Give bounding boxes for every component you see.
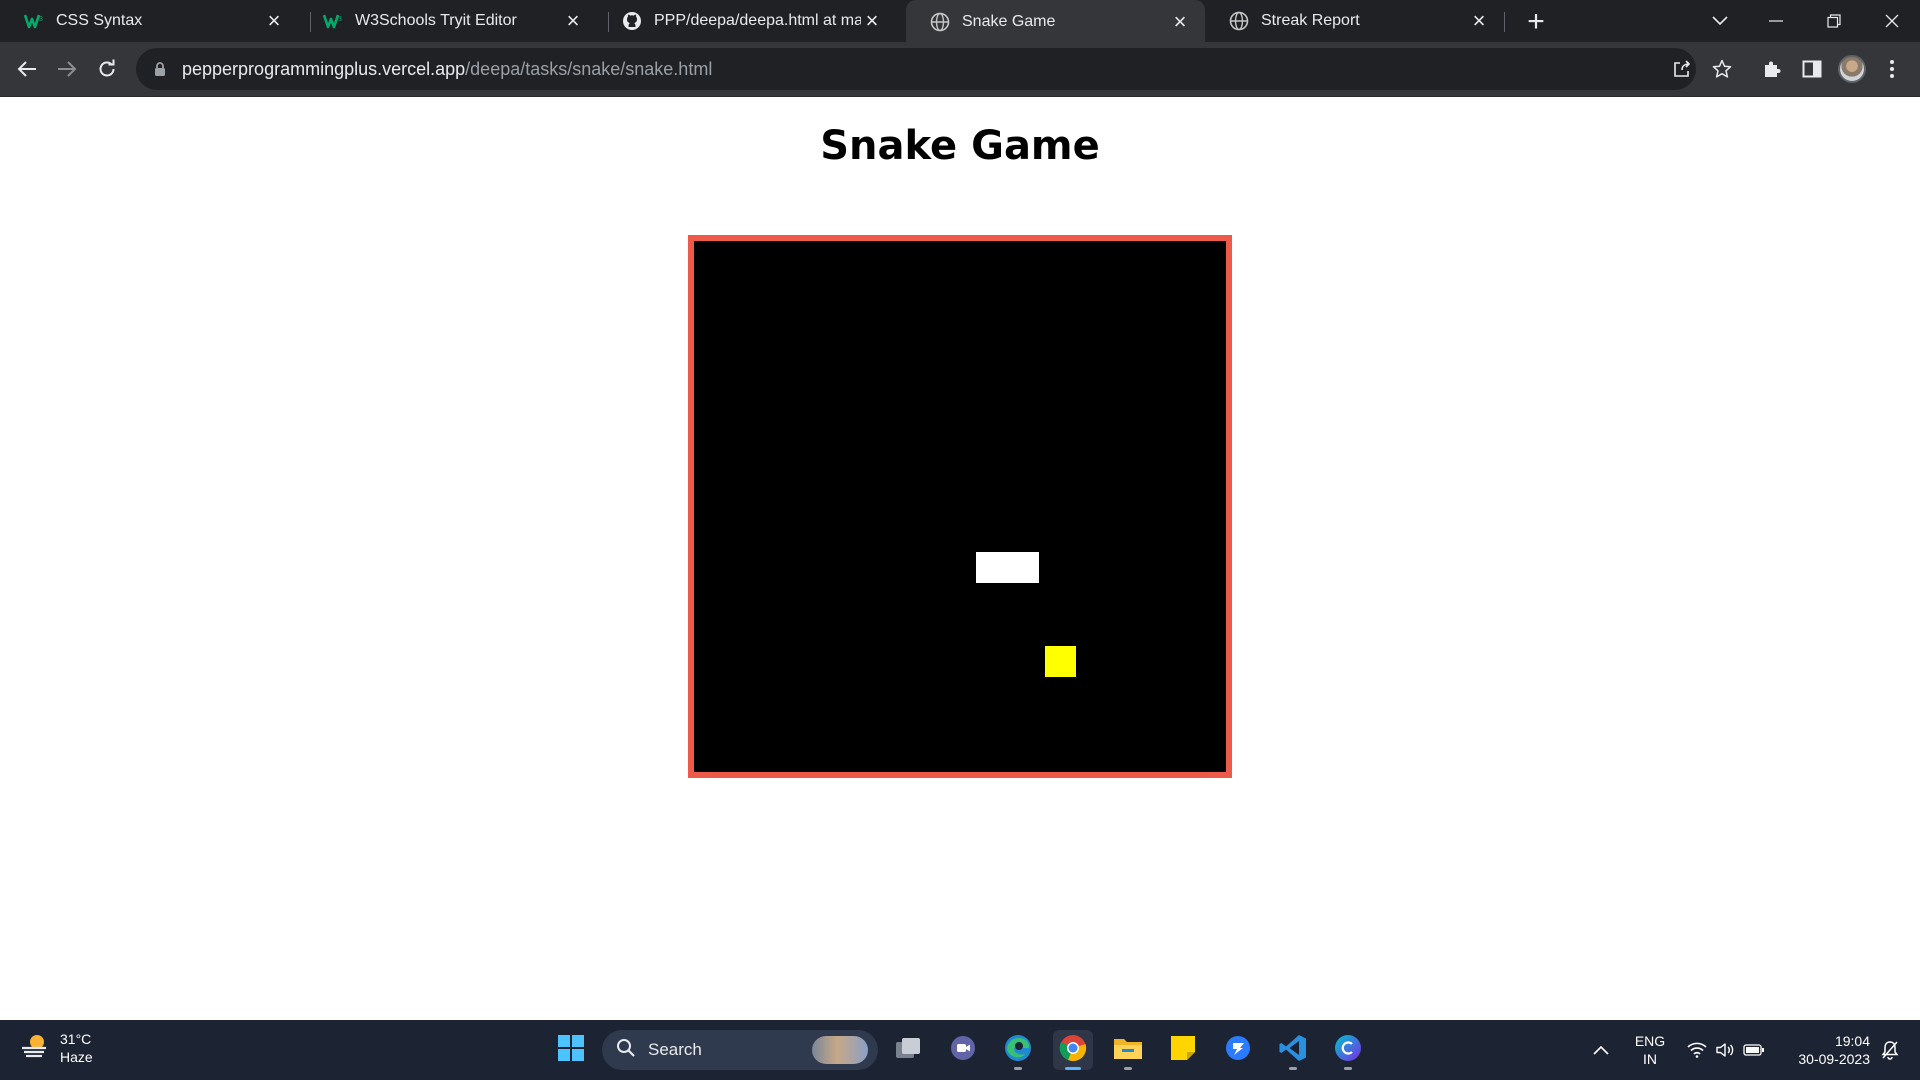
globe-icon — [1229, 11, 1249, 31]
sticky-notes-button[interactable] — [1163, 1030, 1203, 1070]
region-code: IN — [1643, 1051, 1657, 1067]
avatar — [1838, 55, 1866, 83]
address-bar[interactable]: pepperprogrammingplus.vercel.app/deepa/t… — [136, 48, 1696, 90]
tab-search-chevron-icon[interactable] — [1692, 0, 1748, 42]
search-icon — [616, 1038, 636, 1063]
url-host: pepperprogrammingplus.vercel.app — [182, 58, 466, 79]
app-logo-icon — [1224, 1034, 1252, 1067]
window-close-icon[interactable] — [1864, 0, 1920, 42]
close-icon[interactable]: × — [562, 8, 584, 33]
url-path: /deepa/tasks/snake/snake.html — [465, 58, 713, 79]
folder-icon — [1113, 1035, 1143, 1066]
tab-snake-game[interactable]: Snake Game × — [906, 0, 1205, 44]
task-view-button[interactable] — [888, 1030, 928, 1070]
svg-text:3: 3 — [338, 16, 342, 23]
taskbar: 31°C Haze Search ENG IN 19:04 30-09-2023 — [0, 1020, 1920, 1080]
weather-haze-icon — [20, 1031, 50, 1066]
new-tab-button[interactable]: + — [1520, 5, 1552, 38]
tab-github[interactable]: PPP/deepa/deepa.html at main · × — [598, 0, 897, 42]
tab-streak-report[interactable]: Streak Report × — [1205, 0, 1504, 42]
clock-time: 19:04 — [1834, 1033, 1870, 1049]
globe-icon — [930, 12, 950, 32]
running-indicator — [1065, 1067, 1081, 1070]
taskbar-search[interactable]: Search — [602, 1030, 878, 1070]
canva-button[interactable] — [1328, 1030, 1368, 1070]
teams-chat-button[interactable] — [943, 1030, 983, 1070]
edge-icon — [1003, 1033, 1033, 1068]
canva-icon — [1333, 1033, 1363, 1068]
forward-arrow-icon[interactable] — [50, 52, 84, 86]
tab-title: W3Schools Tryit Editor — [355, 12, 517, 29]
running-indicator — [1289, 1067, 1297, 1070]
hidden-icons-chevron-icon[interactable] — [1586, 1020, 1616, 1080]
chrome-button[interactable] — [1053, 1030, 1093, 1070]
weather-temperature: 31°C — [60, 1031, 92, 1047]
side-panel-icon[interactable] — [1795, 52, 1829, 86]
svg-text:3: 3 — [39, 16, 43, 23]
tab-title: PPP/deepa/deepa.html at main · — [654, 12, 861, 29]
page-title: Snake Game — [820, 123, 1100, 169]
vscode-icon — [1278, 1033, 1308, 1068]
search-highlight-image — [812, 1036, 868, 1064]
extensions-puzzle-icon[interactable] — [1755, 52, 1789, 86]
weather-condition: Haze — [60, 1049, 93, 1065]
tab-title: Streak Report — [1261, 12, 1360, 29]
battery-icon[interactable] — [1740, 1020, 1768, 1080]
close-icon[interactable]: × — [263, 8, 285, 33]
sticky-notes-icon — [1169, 1034, 1197, 1067]
back-arrow-icon[interactable] — [10, 52, 44, 86]
taskbar-clock[interactable]: 19:04 30-09-2023 — [1780, 1032, 1870, 1068]
volume-icon[interactable] — [1712, 1020, 1738, 1080]
file-explorer-button[interactable] — [1108, 1030, 1148, 1070]
start-button[interactable] — [551, 1030, 591, 1070]
reload-icon[interactable] — [90, 52, 124, 86]
tab-title: Snake Game — [962, 13, 1056, 30]
weather-widget[interactable]: 31°C Haze — [20, 1030, 93, 1066]
tab-strip: 3 CSS Syntax × 3 W3Schools Tryit Editor … — [0, 0, 1920, 44]
food — [1045, 646, 1076, 677]
browser-toolbar: pepperprogrammingplus.vercel.app/deepa/t… — [0, 42, 1920, 97]
tab-divider — [1504, 12, 1505, 32]
snake — [976, 552, 1039, 583]
running-indicator — [1344, 1067, 1352, 1070]
lock-icon[interactable] — [154, 61, 166, 77]
url-text: pepperprogrammingplus.vercel.app/deepa/t… — [182, 59, 712, 80]
teams-chat-icon — [949, 1034, 977, 1067]
wifi-icon[interactable] — [1684, 1020, 1710, 1080]
windows-start-icon — [557, 1034, 585, 1067]
notification-bell-icon[interactable] — [1875, 1020, 1905, 1080]
close-icon[interactable]: × — [1169, 9, 1191, 34]
running-indicator — [1124, 1067, 1132, 1070]
tab-css-syntax[interactable]: 3 CSS Syntax × — [0, 0, 299, 42]
vscode-button[interactable] — [1273, 1030, 1313, 1070]
w3schools-icon: 3 — [323, 11, 343, 31]
bookmark-star-icon[interactable] — [1707, 54, 1737, 84]
github-icon — [622, 11, 642, 31]
close-icon[interactable]: × — [861, 8, 883, 33]
clock-date: 30-09-2023 — [1798, 1051, 1870, 1067]
edge-button[interactable] — [998, 1030, 1038, 1070]
profile-avatar[interactable] — [1835, 52, 1869, 86]
running-indicator — [1014, 1067, 1022, 1070]
search-label: Search — [648, 1040, 702, 1059]
app-button[interactable] — [1218, 1030, 1258, 1070]
language-indicator[interactable]: ENG IN — [1630, 1032, 1670, 1068]
task-view-icon — [894, 1036, 922, 1065]
share-icon[interactable] — [1667, 54, 1697, 84]
minimize-icon[interactable] — [1748, 0, 1804, 42]
language-code: ENG — [1634, 1033, 1666, 1049]
more-menu-icon[interactable] — [1875, 52, 1909, 86]
restore-icon[interactable] — [1806, 0, 1862, 42]
chrome-icon — [1058, 1033, 1088, 1068]
page-content: Snake Game — [0, 97, 1920, 1020]
tab-w3schools-tryit[interactable]: 3 W3Schools Tryit Editor × — [299, 0, 598, 42]
game-board[interactable] — [688, 235, 1232, 778]
close-icon[interactable]: × — [1468, 8, 1490, 33]
w3schools-icon: 3 — [24, 11, 44, 31]
tab-title: CSS Syntax — [56, 12, 143, 29]
